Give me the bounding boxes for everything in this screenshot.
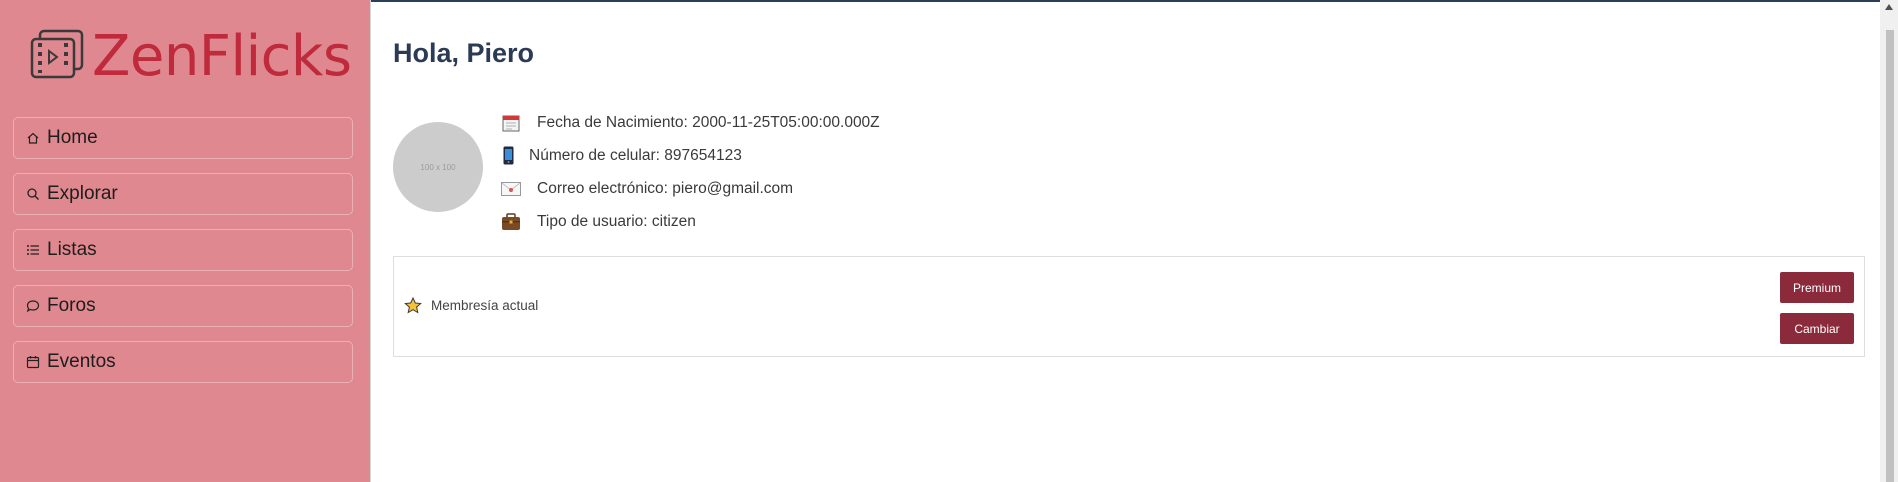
profile-info: Fecha de Nacimiento: 2000-11-25T05:00:00… [501,106,880,238]
mobile-phone-icon [501,146,515,166]
birthdate-row: Fecha de Nacimiento: 2000-11-25T05:00:00… [501,106,880,139]
sidebar-item-eventos[interactable]: Eventos [13,341,353,383]
birthdate-text: Fecha de Nacimiento: 2000-11-25T05:00:00… [537,113,880,131]
membership-label-group: Membresía actual [404,297,538,314]
sidebar-item-label: Home [47,127,98,148]
membership-card: Membresía actual Premium Cambiar [393,256,1865,357]
email-text: Correo electrónico: piero@gmail.com [537,179,794,197]
sidebar: ZenFlicks Home Explorar Listas Foros Eve… [0,0,371,482]
film-logo-icon [30,29,84,79]
avatar: 100 x 100 [393,122,483,212]
briefcase-icon [501,212,521,232]
sidebar-item-explorar[interactable]: Explorar [13,173,353,215]
search-icon [27,188,39,200]
sidebar-item-label: Eventos [47,351,116,372]
star-icon [404,297,422,314]
sidebar-item-label: Listas [47,239,97,260]
home-icon [27,132,39,144]
change-membership-button[interactable]: Cambiar [1780,313,1854,344]
user-type-row: Tipo de usuario: citizen [501,205,880,238]
sidebar-nav: Home Explorar Listas Foros Eventos [13,117,353,397]
list-icon [27,245,39,255]
premium-button[interactable]: Premium [1780,272,1854,303]
sidebar-item-label: Foros [47,295,96,316]
email-row: Correo electrónico: piero@gmail.com [501,172,880,205]
scrollbar-thumb[interactable] [1886,30,1894,482]
sidebar-item-label: Explorar [47,183,118,204]
brand-logo[interactable]: ZenFlicks [26,24,352,90]
phone-text: Número de celular: 897654123 [529,146,742,164]
avatar-placeholder-text: 100 x 100 [420,162,456,172]
user-type-text: Tipo de usuario: citizen [537,212,696,230]
brand-name: ZenFlicks [92,24,352,89]
chat-icon [26,300,40,313]
sidebar-item-listas[interactable]: Listas [13,229,353,271]
calendar-icon [26,356,40,369]
envelope-icon [501,179,521,199]
sidebar-item-home[interactable]: Home [13,117,353,159]
phone-row: Número de celular: 897654123 [501,139,880,172]
calendar-icon [501,113,521,133]
vertical-scrollbar[interactable] [1880,0,1898,482]
page-title: Hola, Piero [393,38,535,68]
membership-label: Membresía actual [431,298,539,313]
sidebar-item-foros[interactable]: Foros [13,285,353,327]
scroll-up-arrow-icon[interactable] [1885,4,1893,10]
